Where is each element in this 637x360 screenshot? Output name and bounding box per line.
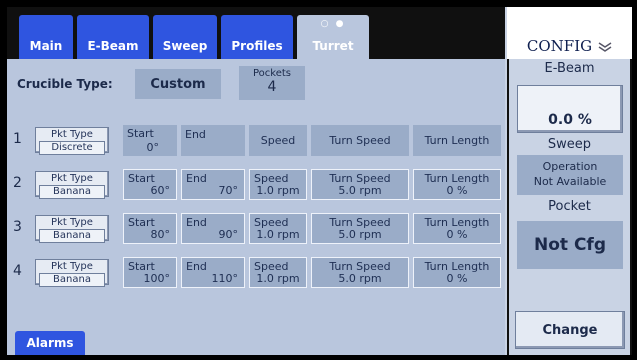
end-field[interactable]: End 70° <box>181 169 245 200</box>
turn-length-value: 0 % <box>446 272 468 285</box>
turn-speed-field[interactable]: Turn Speed 5.0 rpm <box>311 213 409 244</box>
pkt-type-button[interactable]: Pkt Type Banana <box>35 259 109 287</box>
start-field[interactable]: Start 80° <box>123 213 177 244</box>
start-value: 0° <box>146 141 160 154</box>
pockets-label: Pockets <box>252 68 291 79</box>
row-number: 4 <box>13 263 22 279</box>
pkt-type-label: Pkt Type <box>51 129 93 140</box>
turn-speed-field[interactable]: Turn Speed 5.0 rpm <box>311 257 409 288</box>
turn-length-field[interactable]: Turn Length 0 % <box>413 169 501 200</box>
pockets-value: 4 <box>267 79 277 95</box>
chevron-down-icon <box>598 41 612 55</box>
end-value: 70° <box>218 184 239 197</box>
e-beam-output-value[interactable]: 0.0 % <box>517 85 623 133</box>
turn-speed-value: 5.0 rpm <box>338 184 382 197</box>
screen: Main E-Beam Sweep Profiles ○ ● Turret Cr… <box>7 7 632 355</box>
turret-panel: Crucible Type: Custom Pockets 4 1 Pkt Ty… <box>7 59 505 355</box>
tab-sweep[interactable]: Sweep <box>153 15 217 59</box>
pkt-type-button[interactable]: Pkt Type Discrete <box>35 127 109 155</box>
turn-length-value: 0 % <box>446 228 468 241</box>
row-number: 1 <box>13 131 22 147</box>
pkt-type-label: Pkt Type <box>51 173 93 184</box>
crucible-type-label: Crucible Type: <box>17 77 113 91</box>
tab-label: Profiles <box>231 39 283 53</box>
start-value: 100° <box>143 272 171 285</box>
pkt-type-label: Pkt Type <box>51 261 93 272</box>
turn-speed-header: Turn Speed <box>311 125 409 156</box>
tab-bar: Main E-Beam Sweep Profiles ○ ● Turret <box>7 7 505 59</box>
config-menu[interactable]: CONFIG <box>507 7 632 59</box>
change-button[interactable]: Change <box>515 311 625 349</box>
pkt-type-label: Pkt Type <box>51 217 93 228</box>
tab-main[interactable]: Main <box>19 15 73 59</box>
tab-label: Main <box>29 39 63 53</box>
pocket-row-3: 3 Pkt Type Banana Start 80° End 90° Speed 1… <box>7 211 505 245</box>
pocket-label: Pocket <box>548 199 591 214</box>
start-cell: Start 0° <box>123 125 177 156</box>
speed-field[interactable]: Speed 1.0 rpm <box>249 257 307 288</box>
turn-speed-value: 5.0 rpm <box>338 228 382 241</box>
pkt-type-value: Banana <box>39 273 105 287</box>
end-field[interactable]: End 90° <box>181 213 245 244</box>
tab-label: Turret <box>312 39 354 53</box>
turn-speed-value: 5.0 rpm <box>338 272 382 285</box>
pkt-type-value: Discrete <box>39 141 105 155</box>
config-label: CONFIG <box>526 37 593 55</box>
speed-field[interactable]: Speed 1.0 rpm <box>249 213 307 244</box>
tab-e-beam[interactable]: E-Beam <box>77 15 149 59</box>
turn-length-value: 0 % <box>446 184 468 197</box>
crucible-type-value[interactable]: Custom <box>135 69 221 99</box>
end-header: End <box>181 125 245 156</box>
start-value: 80° <box>150 228 171 241</box>
start-value: 60° <box>150 184 171 197</box>
speed-header: Speed <box>249 125 307 156</box>
end-label: End <box>186 260 207 273</box>
turn-length-field[interactable]: Turn Length 0 % <box>413 213 501 244</box>
tab-profiles[interactable]: Profiles <box>221 15 293 59</box>
start-field[interactable]: Start 60° <box>123 169 177 200</box>
end-value: 110° <box>211 272 239 285</box>
row-number: 2 <box>13 175 22 191</box>
tab-label: Sweep <box>162 39 208 53</box>
pkt-type-button[interactable]: Pkt Type Banana <box>35 215 109 243</box>
end-label: End <box>186 216 207 229</box>
start-label: Start <box>127 127 154 140</box>
sweep-status-line1: Operation <box>542 160 598 173</box>
turn-length-field[interactable]: Turn Length 0 % <box>413 257 501 288</box>
speed-value: 1.0 rpm <box>256 184 300 197</box>
sweep-status-line2: Not Available <box>533 175 607 188</box>
sweep-label: Sweep <box>547 137 592 152</box>
pockets-field[interactable]: Pockets 4 <box>239 66 305 100</box>
page-dots-icon: ○ ● <box>320 19 346 29</box>
speed-field[interactable]: Speed 1.0 rpm <box>249 169 307 200</box>
end-label: End <box>186 172 207 185</box>
e-beam-label: E-Beam <box>544 61 595 76</box>
row-number: 3 <box>13 219 22 235</box>
pocket-value: Not Cfg <box>517 221 623 269</box>
end-field[interactable]: End 110° <box>181 257 245 288</box>
end-value: 90° <box>218 228 239 241</box>
alarms-button[interactable]: Alarms <box>15 331 85 355</box>
turn-length-header: Turn Length <box>413 125 501 156</box>
tab-turret[interactable]: ○ ● Turret <box>297 15 369 59</box>
turn-speed-field[interactable]: Turn Speed 5.0 rpm <box>311 169 409 200</box>
speed-value: 1.0 rpm <box>256 272 300 285</box>
pkt-type-button[interactable]: Pkt Type Banana <box>35 171 109 199</box>
side-panel: E-Beam 0.0 % Sweep Operation Not Availab… <box>509 59 630 355</box>
pkt-type-value: Banana <box>39 229 105 243</box>
start-field[interactable]: Start 100° <box>123 257 177 288</box>
pocket-row-2: 2 Pkt Type Banana Start 60° End 70° Speed 1… <box>7 167 505 201</box>
sweep-status: Operation Not Available <box>517 155 623 195</box>
pocket-row-1: 1 Pkt Type Discrete Start 0° End Speed T… <box>7 123 505 157</box>
tab-label: E-Beam <box>87 39 139 53</box>
pocket-row-4: 4 Pkt Type Banana Start 100° End 110° Spee… <box>7 255 505 289</box>
pkt-type-value: Banana <box>39 185 105 199</box>
speed-value: 1.0 rpm <box>256 228 300 241</box>
